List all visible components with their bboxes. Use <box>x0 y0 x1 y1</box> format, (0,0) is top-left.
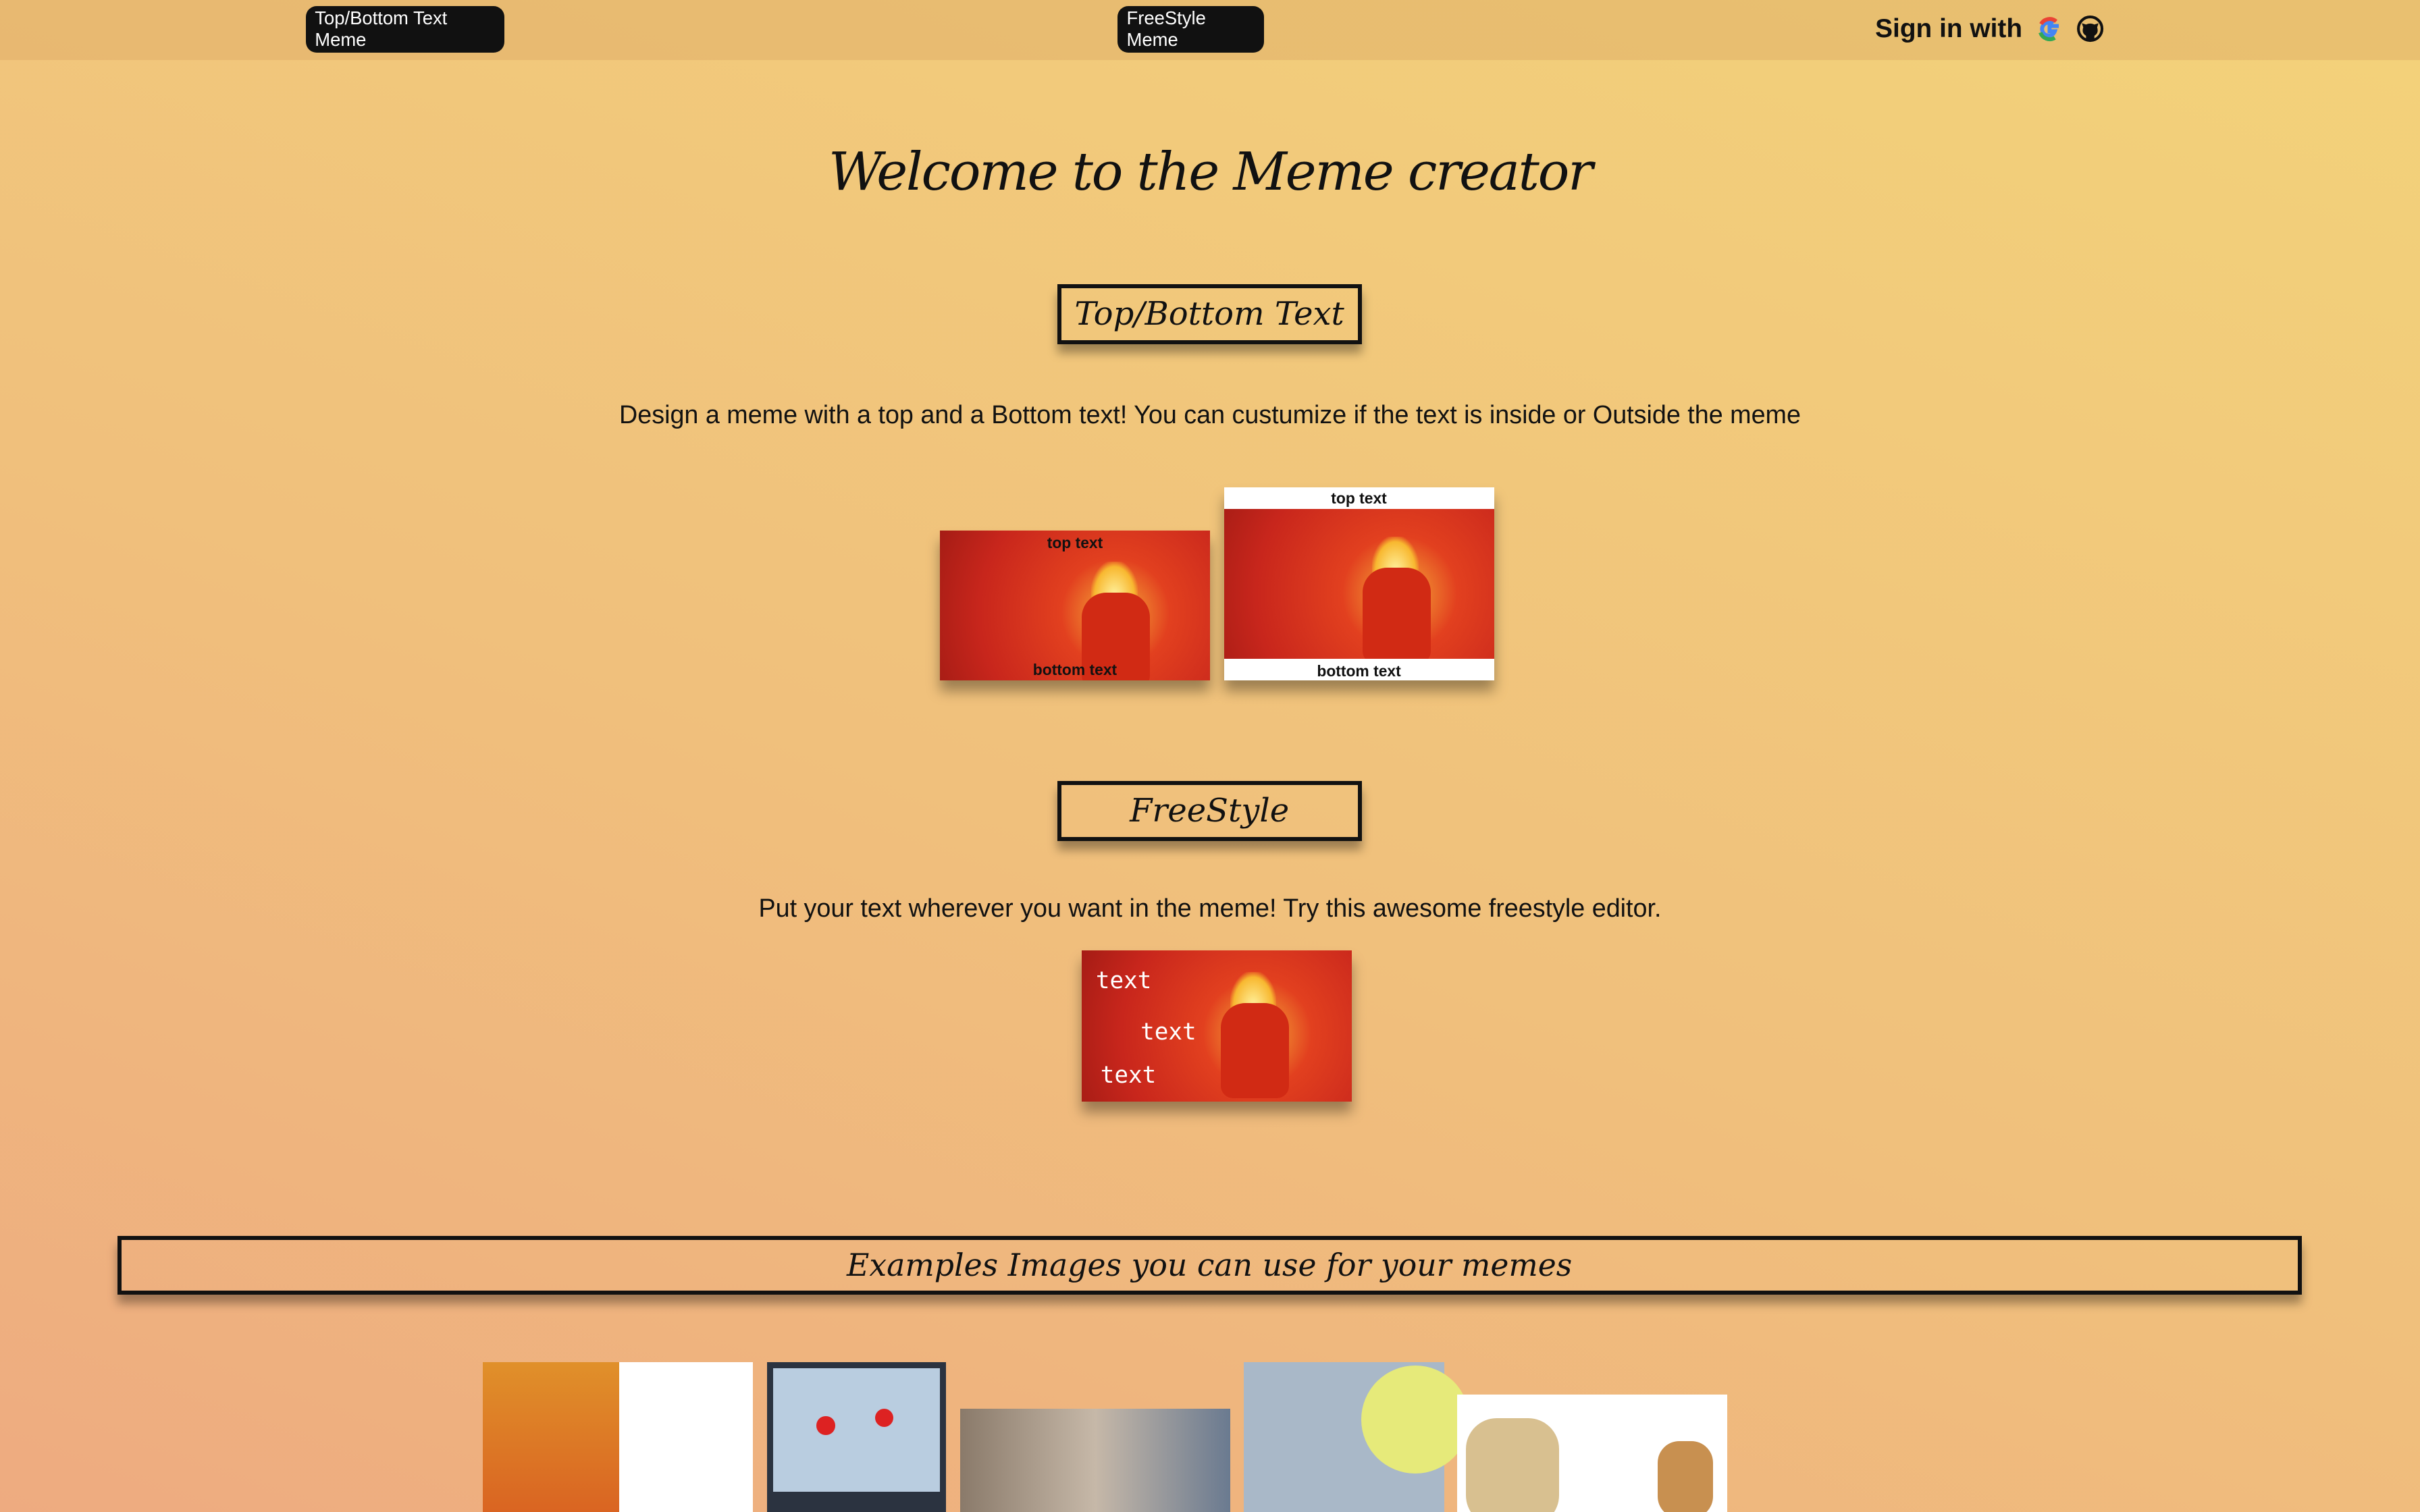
bottom-text: bottom text <box>1317 662 1401 680</box>
example-image-drake[interactable] <box>483 1362 754 1512</box>
top-text: top text <box>1047 533 1103 551</box>
example-image-distracted[interactable] <box>959 1408 1230 1512</box>
free-text: text <box>1100 1061 1157 1089</box>
meme-example-freestyle[interactable]: text text text <box>1082 950 1352 1102</box>
page-title: Welcome to the Meme creator <box>828 142 1593 203</box>
example-image-doge[interactable] <box>1456 1395 1727 1512</box>
meme-example-outside[interactable]: top text bottom text <box>1224 487 1494 680</box>
google-icon[interactable] <box>2036 16 2063 42</box>
github-icon[interactable] <box>2076 15 2104 43</box>
meme-example-inside[interactable]: top text bottom text <box>939 531 1210 680</box>
top-text: top text <box>1331 489 1387 507</box>
page: Top/Bottom Text Meme FreeStyle Meme Sign… <box>0 0 2420 1512</box>
free-text: text <box>1140 1018 1196 1046</box>
bottom-text: bottom text <box>1032 660 1117 678</box>
top-bottom-heading[interactable]: Top/Bottom Text <box>1057 284 1362 345</box>
top-bottom-description: Design a meme with a top and a Bottom te… <box>619 400 1801 429</box>
top-bottom-meme-button[interactable]: Top/Bottom Text Meme <box>305 6 505 53</box>
free-text: text <box>1095 967 1152 995</box>
freestyle-description: Put your text wherever you want in the m… <box>758 894 1662 923</box>
example-image-buttons[interactable] <box>766 1362 947 1512</box>
freestyle-meme-button[interactable]: FreeStyle Meme <box>1117 6 1264 53</box>
freestyle-heading[interactable]: FreeStyle <box>1057 780 1362 842</box>
examples-heading: Examples Images you can use for your mem… <box>117 1235 2302 1295</box>
sign-in: Sign in with <box>1875 14 2104 44</box>
sign-in-label: Sign in with <box>1875 14 2023 43</box>
top-nav: Top/Bottom Text Meme FreeStyle Meme Sign… <box>0 0 2420 61</box>
example-image-ball[interactable] <box>1244 1362 1469 1512</box>
